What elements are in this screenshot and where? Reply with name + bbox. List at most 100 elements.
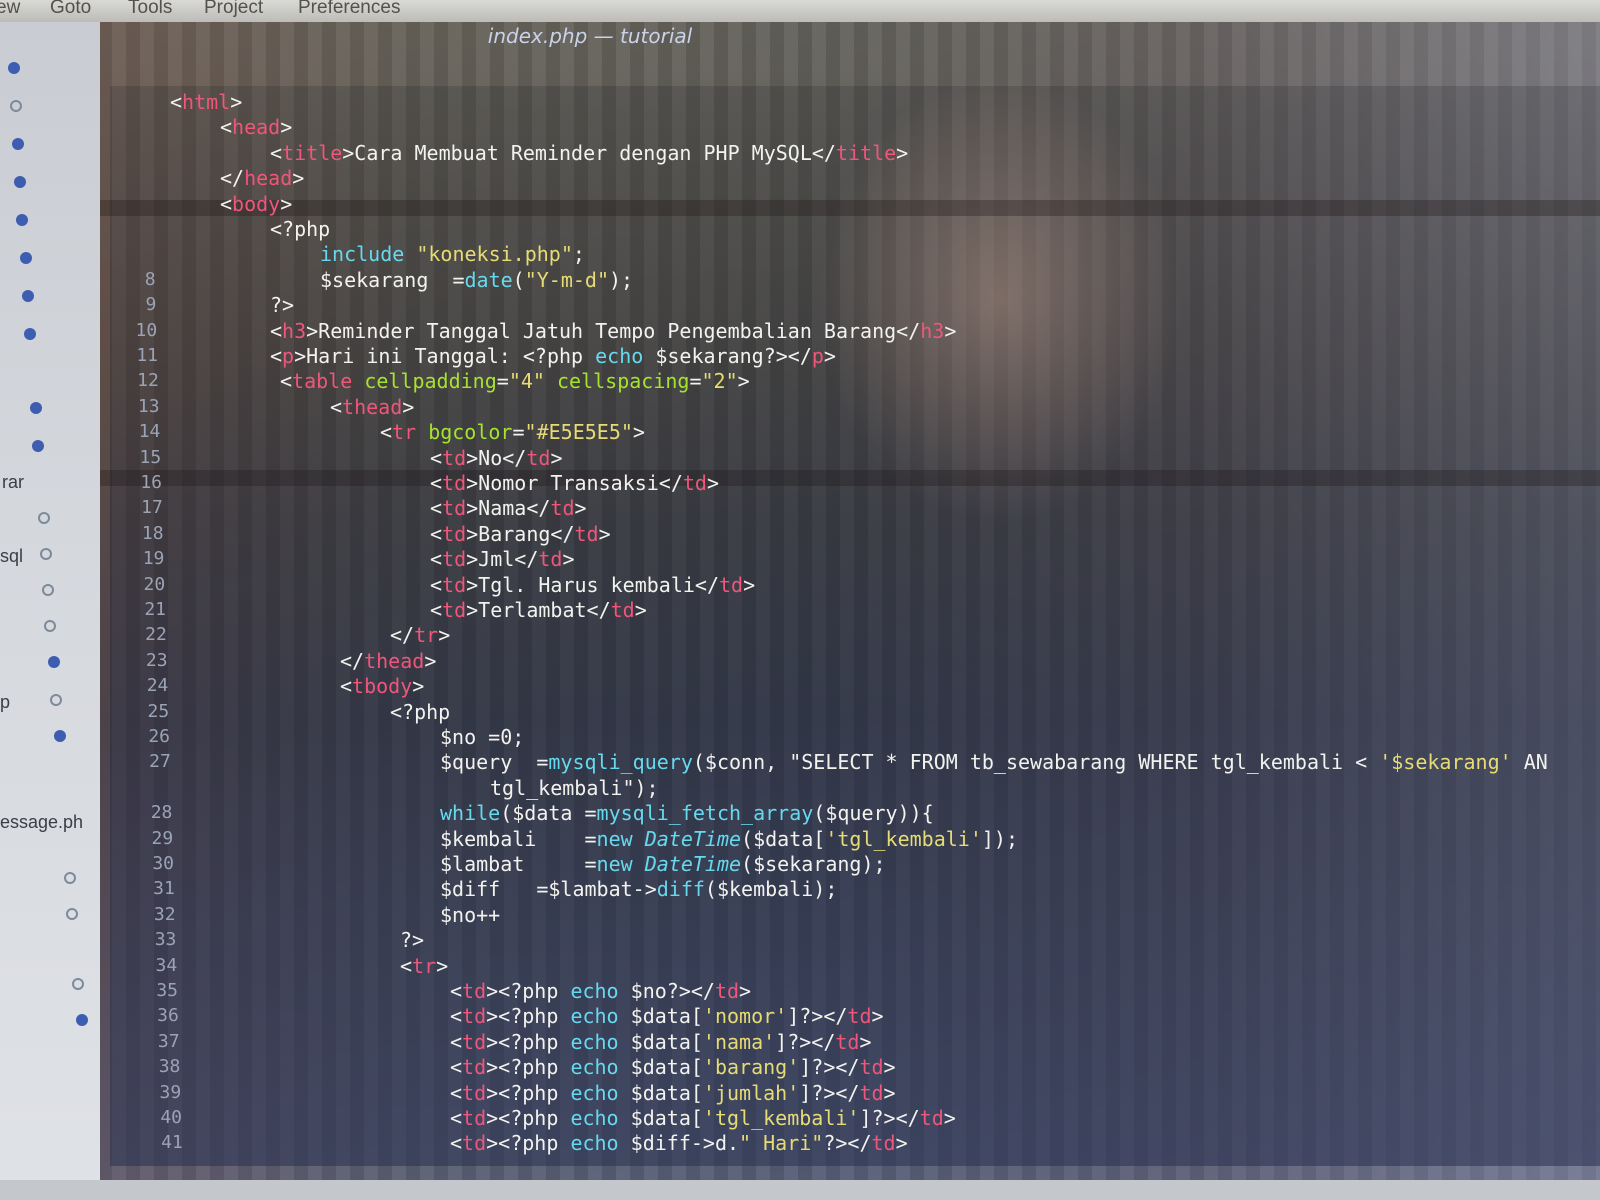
line-number: 34 <box>155 954 178 976</box>
code-line[interactable]: <table cellpadding="4" cellspacing="2"> <box>280 369 750 393</box>
code-line[interactable]: <tr bgcolor="#E5E5E5"> <box>380 420 645 444</box>
code-line[interactable]: $lambat =new DateTime($sekarang); <box>440 852 886 876</box>
menu-bar: ew Goto Tools Project Preferences <box>0 0 1600 22</box>
file-dot-icon <box>44 620 56 632</box>
code-line[interactable]: <td>Tgl. Harus kembali</td> <box>430 573 755 597</box>
sidebar-file-label[interactable]: sql <box>0 546 23 567</box>
line-number: 22 <box>145 624 167 646</box>
code-line[interactable]: $diff =$lambat->diff($kembali); <box>440 877 837 901</box>
code-line[interactable]: <tr> <box>400 954 448 978</box>
line-number: 28 <box>150 802 173 824</box>
code-line[interactable]: <td><?php echo $data['nomor']?></td> <box>450 1004 884 1028</box>
sidebar: rar sql p essage.ph <box>0 22 100 1200</box>
code-line[interactable]: <td>Terlambat</td> <box>430 598 647 622</box>
code-line[interactable]: <?php <box>390 700 450 724</box>
line-number: 29 <box>151 827 174 849</box>
code-line[interactable]: <h3>Reminder Tanggal Jatuh Tempo Pengemb… <box>270 319 956 343</box>
code-line[interactable]: <td><?php echo $no?></td> <box>450 979 751 1003</box>
line-number: 21 <box>144 599 166 620</box>
file-dot-icon <box>48 656 60 668</box>
line-number: 13 <box>137 395 160 417</box>
file-dot-icon <box>64 872 76 884</box>
code-line[interactable]: $no =0; <box>440 725 524 749</box>
menu-item-view[interactable]: ew <box>0 0 20 19</box>
code-line[interactable]: <head> <box>220 115 292 139</box>
code-line[interactable]: ?> <box>400 928 424 952</box>
code-line[interactable]: </head> <box>220 166 304 190</box>
file-dot-icon <box>30 402 42 414</box>
line-number: 26 <box>148 726 170 747</box>
code-line[interactable]: <td><?php echo $data['jumlah']?></td> <box>450 1081 896 1105</box>
code-line[interactable]: ?> <box>270 293 294 317</box>
code-line[interactable]: </thead> <box>340 649 436 673</box>
file-dot-icon <box>32 440 44 452</box>
code-line[interactable]: </tr> <box>390 623 450 647</box>
line-number: 8 <box>144 268 156 290</box>
line-number: 9 <box>145 294 157 316</box>
line-number: 20 <box>143 573 166 595</box>
code-line[interactable]: tgl_kembali"); <box>490 776 659 800</box>
line-number: 32 <box>153 903 176 925</box>
line-number: 15 <box>139 446 162 468</box>
file-dot-icon <box>16 214 28 226</box>
file-dot-icon <box>66 908 78 920</box>
code-line[interactable]: <td><?php echo $data['barang']?></td> <box>450 1055 896 1079</box>
code-line[interactable]: while($data =mysqli_fetch_array($query))… <box>440 801 934 825</box>
file-dot-icon <box>10 100 22 112</box>
sidebar-file-label[interactable]: essage.ph <box>0 812 83 833</box>
line-number: 24 <box>146 675 169 697</box>
code-line[interactable]: <td><?php echo $diff->d." Hari"?></td> <box>450 1131 908 1155</box>
code-line[interactable]: <thead> <box>330 395 414 419</box>
sidebar-file-label[interactable]: p <box>0 692 10 713</box>
code-line[interactable]: $kembali =new DateTime($data['tgl_kembal… <box>440 827 1018 851</box>
file-dot-icon <box>42 584 54 596</box>
line-number: 38 <box>158 1056 181 1078</box>
code-line[interactable]: <td>Nama</td> <box>430 496 587 520</box>
menu-item-goto[interactable]: Goto <box>50 0 91 19</box>
code-line[interactable]: $query =mysqli_query($conn, "SELECT * FR… <box>440 750 1548 774</box>
menu-item-preferences[interactable]: Preferences <box>298 0 400 19</box>
code-line[interactable]: <p>Hari ini Tanggal: <?php echo $sekaran… <box>270 344 836 368</box>
code-line[interactable]: <td>Jml</td> <box>430 547 575 571</box>
line-number: 16 <box>140 472 162 493</box>
line-number: 27 <box>149 751 171 773</box>
code-line[interactable]: <tbody> <box>340 674 424 698</box>
line-number: 25 <box>147 700 170 722</box>
code-line[interactable]: <td>No</td> <box>430 446 563 470</box>
line-number: 39 <box>159 1081 182 1103</box>
code-line[interactable]: <td><?php echo $data['tgl_kembali']?></t… <box>450 1106 956 1130</box>
code-line[interactable]: <td><?php echo $data['nama']?></td> <box>450 1030 872 1054</box>
line-number: 23 <box>145 649 168 671</box>
code-line[interactable]: <?php <box>270 217 330 241</box>
line-number: 17 <box>141 497 163 519</box>
file-dot-icon <box>54 730 66 742</box>
line-number: 41 <box>161 1132 183 1154</box>
line-number: 12 <box>137 370 159 392</box>
code-line[interactable]: <html> <box>170 90 242 114</box>
menu-item-project[interactable]: Project <box>204 0 263 19</box>
file-dot-icon <box>20 252 32 264</box>
line-number: 18 <box>141 522 164 544</box>
code-line[interactable]: $no++ <box>440 903 500 927</box>
file-dot-icon <box>12 138 24 150</box>
code-line[interactable]: <td>Barang</td> <box>430 522 611 546</box>
file-dot-icon <box>8 62 20 74</box>
code-editor[interactable]: <html> <head> <title>Cara Membuat Reminder… <box>110 86 1600 1166</box>
line-number: 37 <box>157 1030 180 1052</box>
status-strip <box>0 1180 1600 1200</box>
line-number: 33 <box>154 929 177 951</box>
line-number: 35 <box>156 980 178 1001</box>
file-dot-icon <box>72 978 84 990</box>
code-line[interactable]: $sekarang =date("Y-m-d"); <box>320 268 633 292</box>
line-number: 31 <box>153 878 175 900</box>
code-line[interactable]: include "koneksi.php"; <box>320 242 585 266</box>
code-line[interactable]: <body> <box>220 192 292 216</box>
line-number: 10 <box>135 319 158 341</box>
code-line[interactable]: <td>Nomor Transaksi</td> <box>430 471 719 495</box>
sidebar-file-label[interactable]: rar <box>2 472 24 493</box>
menu-item-tools[interactable]: Tools <box>128 0 172 19</box>
code-line[interactable]: <title>Cara Membuat Reminder dengan PHP … <box>270 141 908 165</box>
line-number: 36 <box>157 1005 179 1027</box>
editor-tab-title[interactable]: index.php — tutorial <box>440 24 740 54</box>
file-dot-icon <box>50 694 62 706</box>
